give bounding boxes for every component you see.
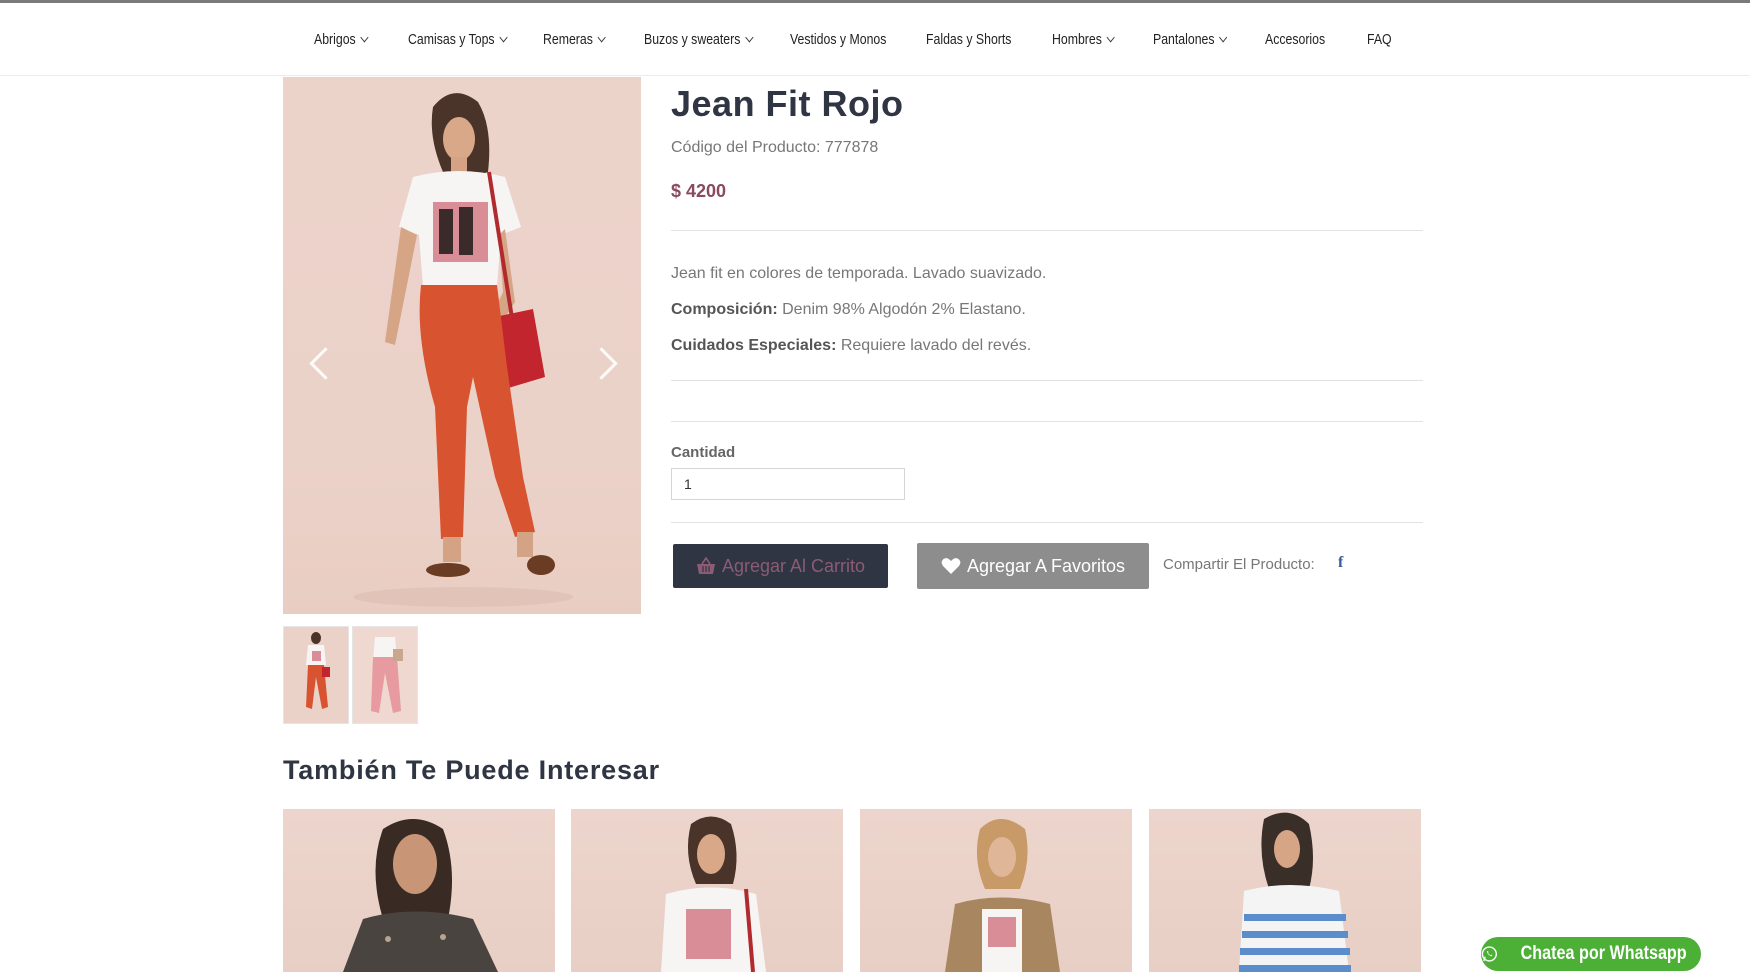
divider [671,230,1423,231]
main-navigation: Abrigos Camisas y Tops Remeras Buzos y s… [0,3,1750,76]
related-product-image [945,819,1060,972]
quantity-input[interactable] [671,468,905,500]
product-price: $ 4200 [671,181,727,201]
nav-item-remeras[interactable]: Remeras [543,31,606,48]
chevron-down-icon [744,32,754,43]
chevron-down-icon [360,32,369,43]
nav-item-vestidos-y-monos[interactable]: Vestidos y Monos [790,31,886,48]
chevron-down-icon [1219,32,1228,43]
thumbnail-photo [306,632,330,709]
carousel-prev-arrow[interactable] [306,342,330,386]
related-products-title: También Te Puede Interesar [283,755,660,785]
add-to-favorites-button[interactable]: Agregar A Favoritos [917,543,1149,589]
nav-item-buzos-y-sweaters[interactable]: Buzos y sweaters [644,31,754,48]
divider [671,421,1423,422]
facebook-icon[interactable]: f [1338,554,1343,572]
related-product-image [661,816,766,972]
basket-icon [696,557,715,574]
whatsapp-icon [1481,946,1497,962]
add-to-favorites-label: Agregar A Favoritos [966,555,1126,576]
nav-item-faq[interactable]: FAQ [1367,31,1392,48]
related-product-image [1239,812,1351,972]
related-product-card[interactable] [860,809,1132,972]
whatsapp-label: Chatea por Whatsapp [1520,943,1687,964]
related-product-card[interactable] [283,809,555,972]
product-title: Jean Fit Rojo [671,83,904,124]
nav-item-abrigos[interactable]: Abrigos [314,31,369,48]
model-photo [353,93,573,607]
nav-item-hombres[interactable]: Hombres [1052,31,1115,48]
related-product-card[interactable] [1149,809,1421,972]
nav-item-accesorios[interactable]: Accesorios [1265,31,1325,48]
add-to-cart-label: Agregar Al Carrito [721,555,866,576]
thumbnail-1[interactable] [283,626,349,724]
whatsapp-chat-button[interactable]: Chatea por Whatsapp [1481,937,1701,971]
chevron-down-icon [597,32,606,43]
nav-item-pantalones[interactable]: Pantalones [1153,31,1228,48]
related-product-image [343,819,498,972]
add-to-cart-button[interactable]: Agregar Al Carrito [673,544,888,588]
share-label: Compartir El Producto: [1163,556,1315,573]
chevron-down-icon [499,32,508,43]
chevron-down-icon [1106,32,1115,43]
nav-item-camisas-y-tops[interactable]: Camisas y Tops [408,31,508,48]
product-main-image [283,77,641,614]
nav-item-faldas-y-shorts[interactable]: Faldas y Shorts [926,31,1011,48]
related-product-card[interactable] [571,809,843,972]
product-code: Código del Producto: 777878 [671,139,879,156]
heart-icon [941,558,961,574]
thumbnail-2[interactable] [352,626,418,724]
divider [671,380,1423,381]
thumbnail-photo [353,627,417,723]
product-description: Jean fit en colores de temporada. Lavado… [671,265,1047,282]
product-composition: Composición: Denim 98% Algodón 2% Elasta… [671,301,1026,318]
carousel-next-arrow[interactable] [594,342,618,386]
product-care: Cuidados Especiales: Requiere lavado del… [671,337,1032,354]
divider [671,522,1423,523]
quantity-label: Cantidad [671,444,736,461]
